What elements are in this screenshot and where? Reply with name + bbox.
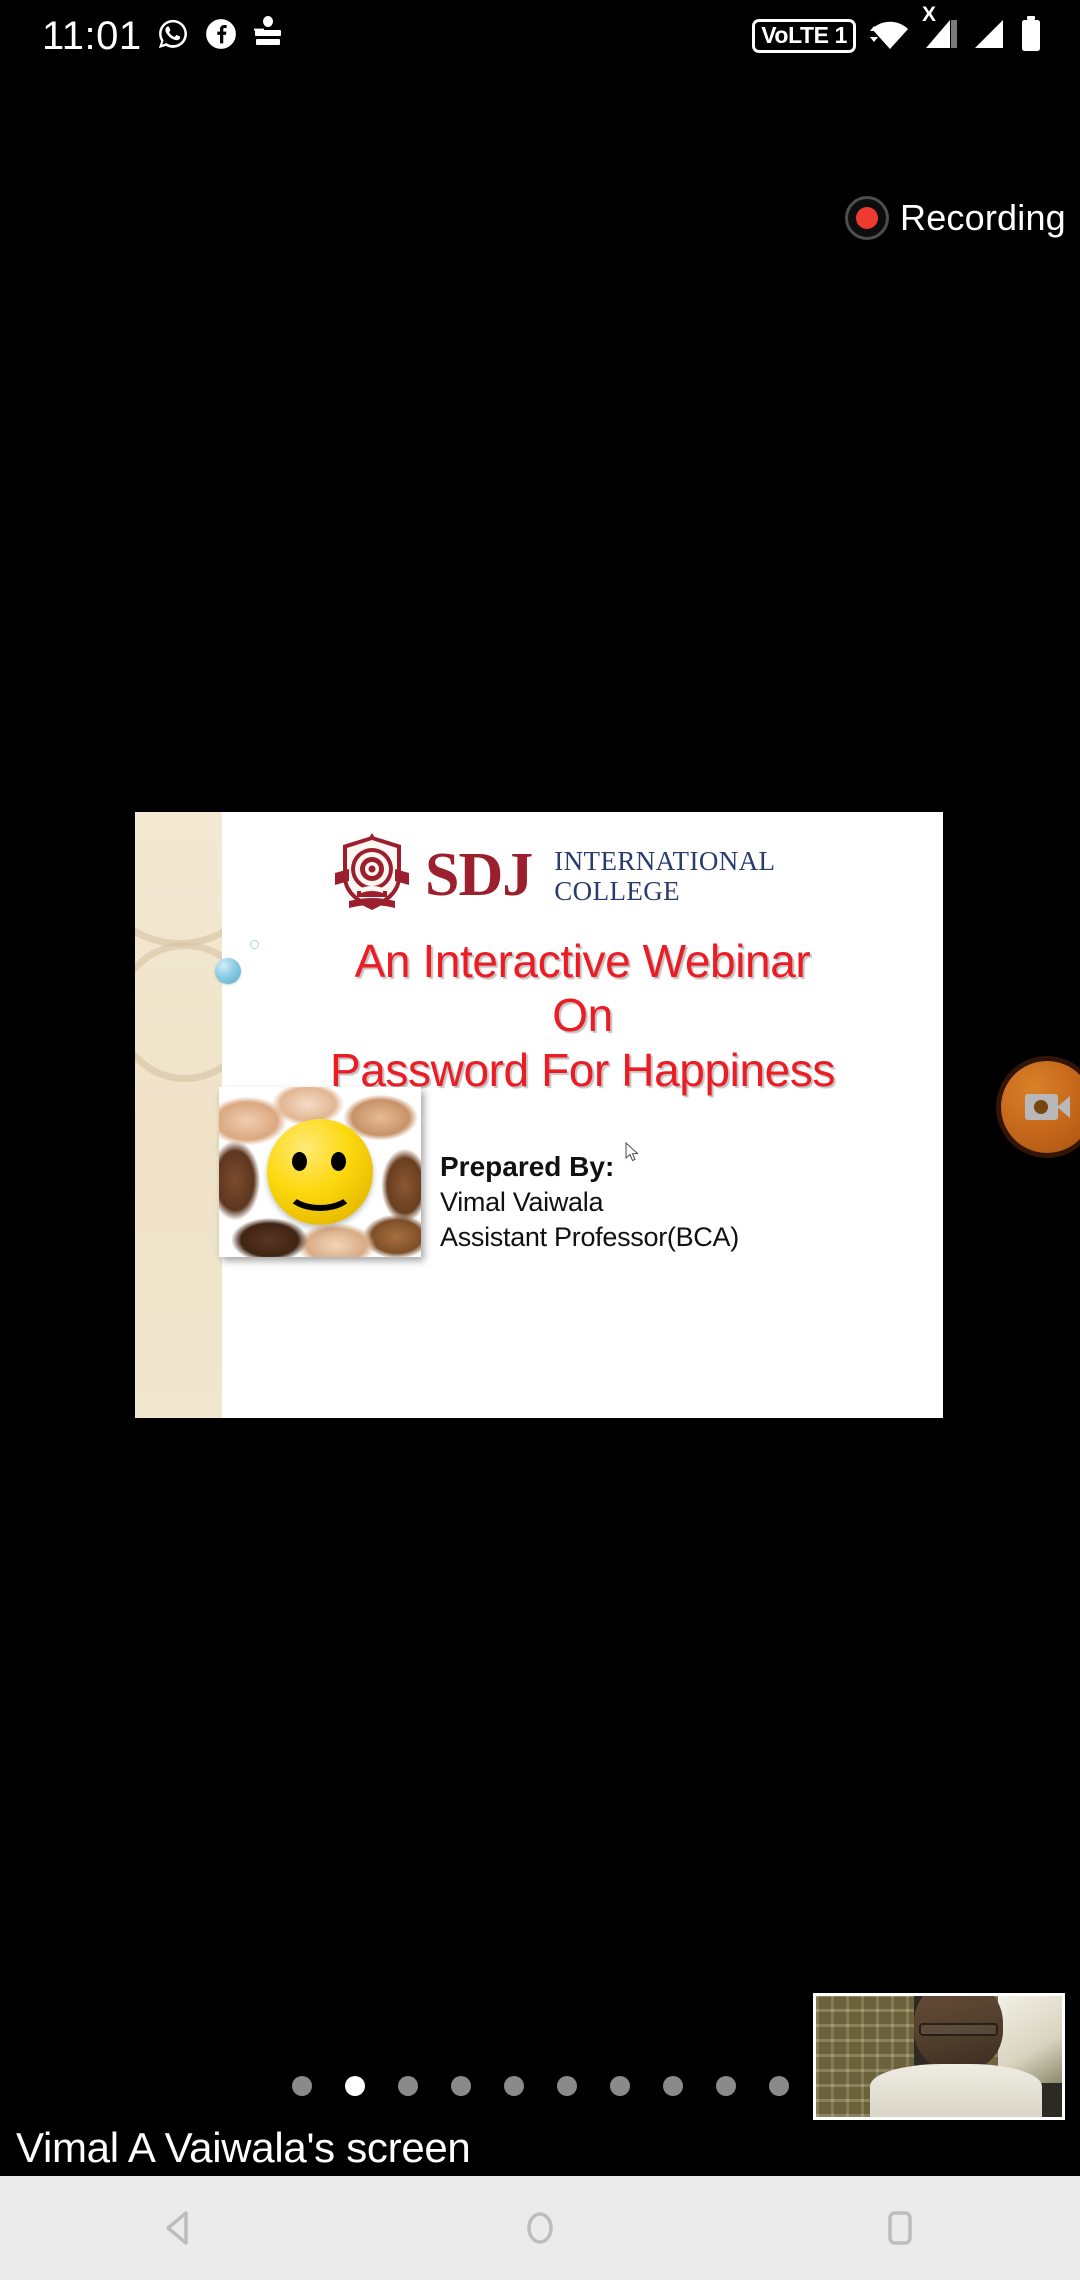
record-dot-icon xyxy=(856,207,878,229)
status-bar: 11:01 VoLTE 1 X xyxy=(0,0,1080,72)
page-dot[interactable] xyxy=(556,2076,577,2096)
logo-full-name: INTERNATIONAL COLLEGE xyxy=(554,846,775,906)
slide-title: An Interactive Webinar On Password For H… xyxy=(222,934,943,1097)
home-button[interactable] xyxy=(480,2176,600,2280)
logo-line-international: INTERNATIONAL xyxy=(554,845,776,876)
decorative-arc-icon xyxy=(135,812,222,947)
logo-line-college: COLLEGE xyxy=(554,876,681,906)
status-bar-left: 11:01 xyxy=(0,14,284,59)
smiley-face-icon xyxy=(267,1119,373,1225)
back-button[interactable] xyxy=(120,2176,240,2280)
page-dot[interactable] xyxy=(768,2076,789,2096)
participant-shirt xyxy=(870,2063,1043,2117)
record-ring-icon xyxy=(845,196,889,240)
presenter-designation: Assistant Professor(BCA) xyxy=(440,1222,739,1253)
college-crest-icon xyxy=(335,833,409,913)
status-bar-right: VoLTE 1 X xyxy=(752,4,1080,57)
prepared-by-block: Prepared By: Vimal Vaiwala Assistant Pro… xyxy=(440,1149,760,1256)
page-dot[interactable] xyxy=(609,2076,630,2096)
self-view-thumbnail[interactable] xyxy=(813,1993,1065,2120)
page-dot[interactable] xyxy=(291,2076,312,2096)
wifi-icon xyxy=(869,17,911,56)
smiley-hands-image xyxy=(219,1087,421,1257)
logo-abbreviation: SDJ xyxy=(425,841,533,909)
page-dot-active[interactable] xyxy=(344,2076,365,2096)
title-line-1: An Interactive Webinar xyxy=(354,935,811,987)
divya-bhaskar-icon xyxy=(252,15,284,58)
signal-no-service-icon: X xyxy=(922,4,960,56)
college-logo: SDJ INTERNATIONAL COLLEGE xyxy=(335,830,895,916)
no-service-x-label: X xyxy=(922,2,937,26)
status-clock: 11:01 xyxy=(42,13,142,58)
volte-icon: VoLTE 1 xyxy=(752,19,856,53)
participant-glasses xyxy=(919,2022,999,2036)
battery-icon xyxy=(1020,15,1042,57)
signal-icon xyxy=(973,17,1007,56)
android-navigation-bar xyxy=(0,2176,1080,2280)
video-camera-icon xyxy=(1025,1094,1070,1120)
mouse-cursor-icon xyxy=(625,1141,641,1162)
recents-button[interactable] xyxy=(840,2176,960,2280)
recording-label: Recording xyxy=(900,197,1066,238)
shared-slide[interactable]: SDJ INTERNATIONAL COLLEGE An Interactive… xyxy=(135,812,943,1418)
facebook-icon xyxy=(204,17,238,56)
screen-share-label: Vimal A Vaiwala's screen xyxy=(16,2124,471,2171)
page-dot[interactable] xyxy=(450,2076,471,2096)
page-dot[interactable] xyxy=(662,2076,683,2096)
page-dot[interactable] xyxy=(715,2076,736,2096)
page-dot[interactable] xyxy=(397,2076,418,2096)
presenter-name: Vimal Vaiwala xyxy=(440,1187,604,1218)
slide-decorative-sidebar xyxy=(135,812,222,1418)
video-camera-button[interactable] xyxy=(1001,1061,1080,1153)
whatsapp-icon xyxy=(156,17,190,56)
recording-indicator: Recording xyxy=(845,196,1066,240)
decorative-arc-icon xyxy=(135,942,222,1082)
prepared-by-heading: Prepared By: xyxy=(440,1151,615,1182)
title-line-2: On xyxy=(552,989,613,1042)
page-dot[interactable] xyxy=(503,2076,524,2096)
phone-screen: 11:01 VoLTE 1 X Recording SDJ INTERNATIO… xyxy=(0,0,1080,2280)
